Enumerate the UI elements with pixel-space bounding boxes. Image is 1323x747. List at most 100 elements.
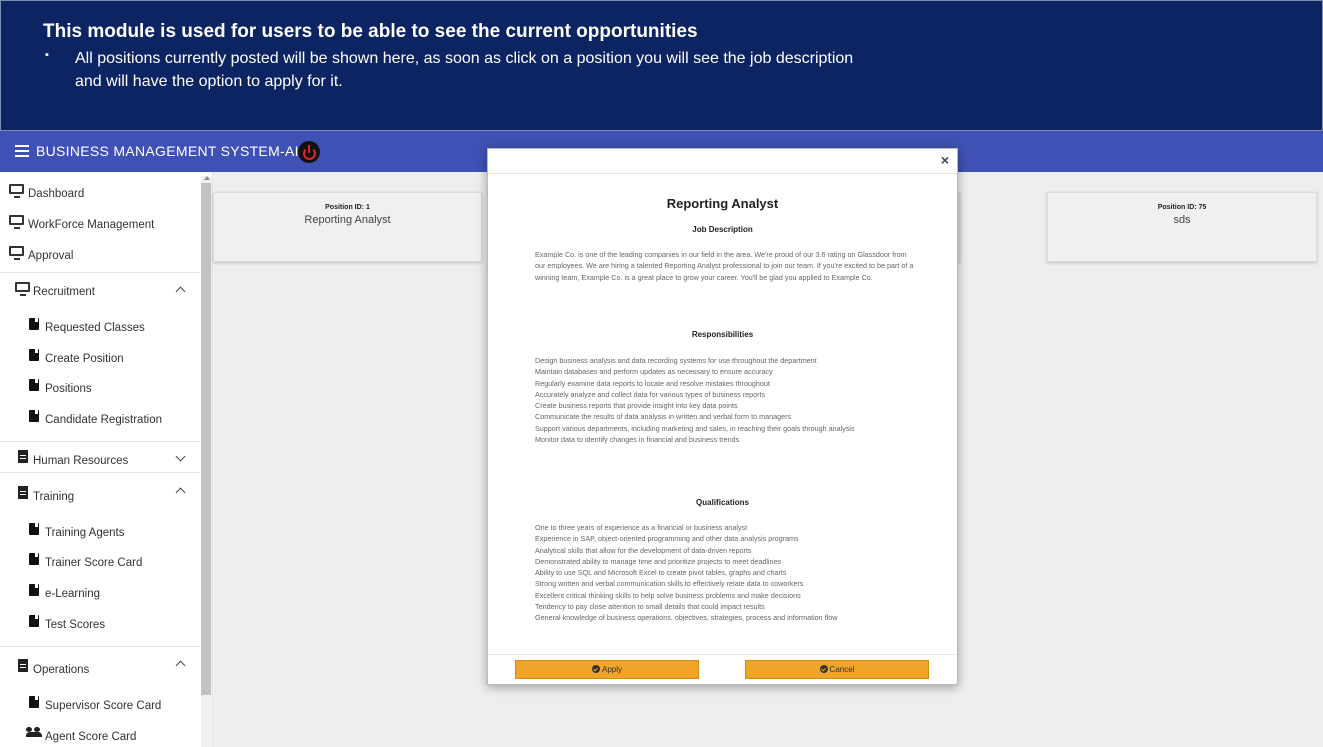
apply-button[interactable]: Apply (515, 660, 699, 679)
position-card-partial[interactable] (958, 192, 960, 262)
book-icon (29, 553, 39, 565)
monitor-icon (9, 246, 24, 260)
sidebar-group-label: Recruitment (33, 286, 95, 298)
qualifications-heading: Qualifications (696, 498, 749, 507)
banner-title: This module is used for users to be able… (43, 21, 698, 42)
sidebar-group-label: Operations (33, 664, 90, 676)
sidebar-group-label: Training (33, 491, 75, 503)
position-card[interactable]: Position ID: 1 Reporting Analyst (213, 192, 482, 262)
monitor-icon (9, 215, 24, 229)
sidebar-item-candidate-registration[interactable]: Candidate Registration (0, 408, 200, 434)
sidebar-group-recruitment[interactable]: Recruitment (0, 280, 200, 306)
sidebar-item-training-agents[interactable]: Training Agents (0, 521, 200, 547)
power-icon[interactable] (298, 141, 320, 163)
modal-body[interactable]: Reporting Analyst Job Description Exampl… (488, 175, 957, 654)
menu-icon[interactable] (15, 145, 29, 157)
sidebar-item-dashboard[interactable]: Dashboard (0, 182, 200, 208)
app-title: BUSINESS MANAGEMENT SYSTEM-AI (36, 143, 299, 159)
monitor-icon (9, 184, 24, 198)
banner-bullet: ▪ (45, 49, 49, 61)
document-icon (18, 659, 28, 672)
book-icon (29, 523, 39, 535)
book-icon (29, 318, 39, 330)
close-icon[interactable]: × (941, 152, 949, 168)
sidebar-item-label: Positions (45, 383, 92, 395)
list-item: Design business analysis and data record… (535, 356, 817, 365)
qualifications-list: One to three years of experience as a fi… (535, 522, 905, 624)
sidebar-item-requested-classes[interactable]: Requested Classes (0, 316, 200, 342)
document-icon (18, 450, 28, 463)
responsibilities-list: Design business analysis and data record… (535, 355, 905, 445)
sidebar-group-training[interactable]: Training (0, 485, 200, 511)
book-icon (29, 349, 39, 361)
chevron-up-icon[interactable] (175, 487, 186, 498)
sidebar-item-label: Agent Score Card (45, 731, 137, 743)
apply-button-label: Apply (601, 665, 622, 674)
sidebar-item-label: Test Scores (45, 619, 106, 631)
list-item: Communicate the results of data analysis… (535, 412, 792, 422)
list-item: Analytical skills that allow for the dev… (535, 545, 752, 555)
list-item: Demonstrated ability to manage time and … (535, 556, 782, 566)
list-item: Monitor data to identify changes in fina… (535, 435, 740, 445)
list-item: Maintain databases and perform updates a… (535, 367, 773, 377)
position-id: Position ID: 75 (1157, 204, 1207, 211)
list-item: General knowledge of business operations… (535, 613, 838, 623)
chevron-down-icon[interactable] (175, 451, 186, 462)
list-item: Ability to use SQL and Microsoft Excel t… (535, 568, 787, 578)
sidebar-item-label: WorkForce Management (28, 219, 155, 231)
divider (0, 472, 200, 473)
modal-header: × (488, 149, 957, 174)
sidebar-item-label: Training Agents (45, 527, 125, 539)
list-item: Accurately analyze and collect data for … (535, 389, 766, 399)
modal-footer: Apply Cancel (488, 654, 957, 685)
chevron-up-icon[interactable] (175, 286, 186, 297)
job-description-heading: Job Description (692, 225, 753, 234)
sidebar-item-trainer-score-card[interactable]: Trainer Score Card (0, 551, 200, 577)
job-title: Reporting Analyst (666, 196, 779, 211)
cancel-button[interactable]: Cancel (745, 660, 929, 679)
list-item: One to three years of experience as a fi… (535, 523, 748, 532)
position-id: Position ID: 1 (325, 204, 370, 211)
check-circle-icon (819, 665, 828, 673)
sidebar-item-label: Approval (28, 250, 74, 262)
sidebar-item-label: Supervisor Score Card (45, 700, 162, 712)
job-description-modal: × Reporting Analyst Job Description Exam… (487, 148, 958, 685)
book-icon (29, 615, 39, 627)
sidebar-item-test-scores[interactable]: Test Scores (0, 613, 200, 639)
sidebar-item-positions[interactable]: Positions (0, 377, 200, 403)
sidebar-item-workforce[interactable]: WorkForce Management (0, 213, 200, 239)
sidebar-item-approval[interactable]: Approval (0, 244, 200, 270)
monitor-icon (15, 282, 30, 296)
chevron-up-icon[interactable] (175, 660, 186, 671)
sidebar-item-label: Candidate Registration (45, 414, 162, 426)
position-card[interactable]: Position ID: 75 sds (1047, 192, 1317, 262)
divider (0, 646, 200, 647)
check-circle-icon (591, 665, 600, 673)
sidebar-item-label: Trainer Score Card (45, 557, 143, 569)
instruction-banner: This module is used for users to be able… (0, 0, 1323, 131)
list-item: Support various departments, including m… (535, 423, 855, 433)
list-item: Experience in SAP, object-oriented progr… (535, 534, 799, 544)
scroll-up-arrow-icon[interactable] (204, 176, 210, 180)
list-item: Excellent critical thinking skills to he… (535, 590, 801, 600)
list-item: Create business reports that provide ins… (535, 401, 738, 411)
sidebar-item-agent-score-card[interactable]: Agent Score Card (0, 725, 200, 747)
sidebar-item-create-position[interactable]: Create Position (0, 347, 200, 373)
banner-text: All positions currently posted will be s… (75, 50, 854, 90)
book-icon (29, 410, 39, 422)
book-icon (29, 379, 39, 391)
sidebar-group-operations[interactable]: Operations (0, 658, 200, 684)
book-icon (29, 696, 39, 708)
job-description-text: Example Co. is one of the leading compan… (535, 250, 914, 282)
position-title: Reporting Analyst (304, 214, 391, 226)
people-icon (26, 727, 42, 737)
sidebar-item-e-learning[interactable]: e-Learning (0, 582, 200, 608)
sidebar-item-label: e-Learning (45, 588, 100, 600)
responsibilities-heading: Responsibilities (691, 330, 754, 339)
sidebar-item-supervisor-score-card[interactable]: Supervisor Score Card (0, 694, 200, 720)
sidebar-item-label: Dashboard (28, 188, 85, 200)
list-item: Tendency to pay close attention to small… (535, 602, 765, 612)
cancel-button-label: Cancel (829, 665, 855, 674)
book-icon (29, 584, 39, 596)
sidebar-scroll-thumb[interactable] (201, 183, 211, 695)
